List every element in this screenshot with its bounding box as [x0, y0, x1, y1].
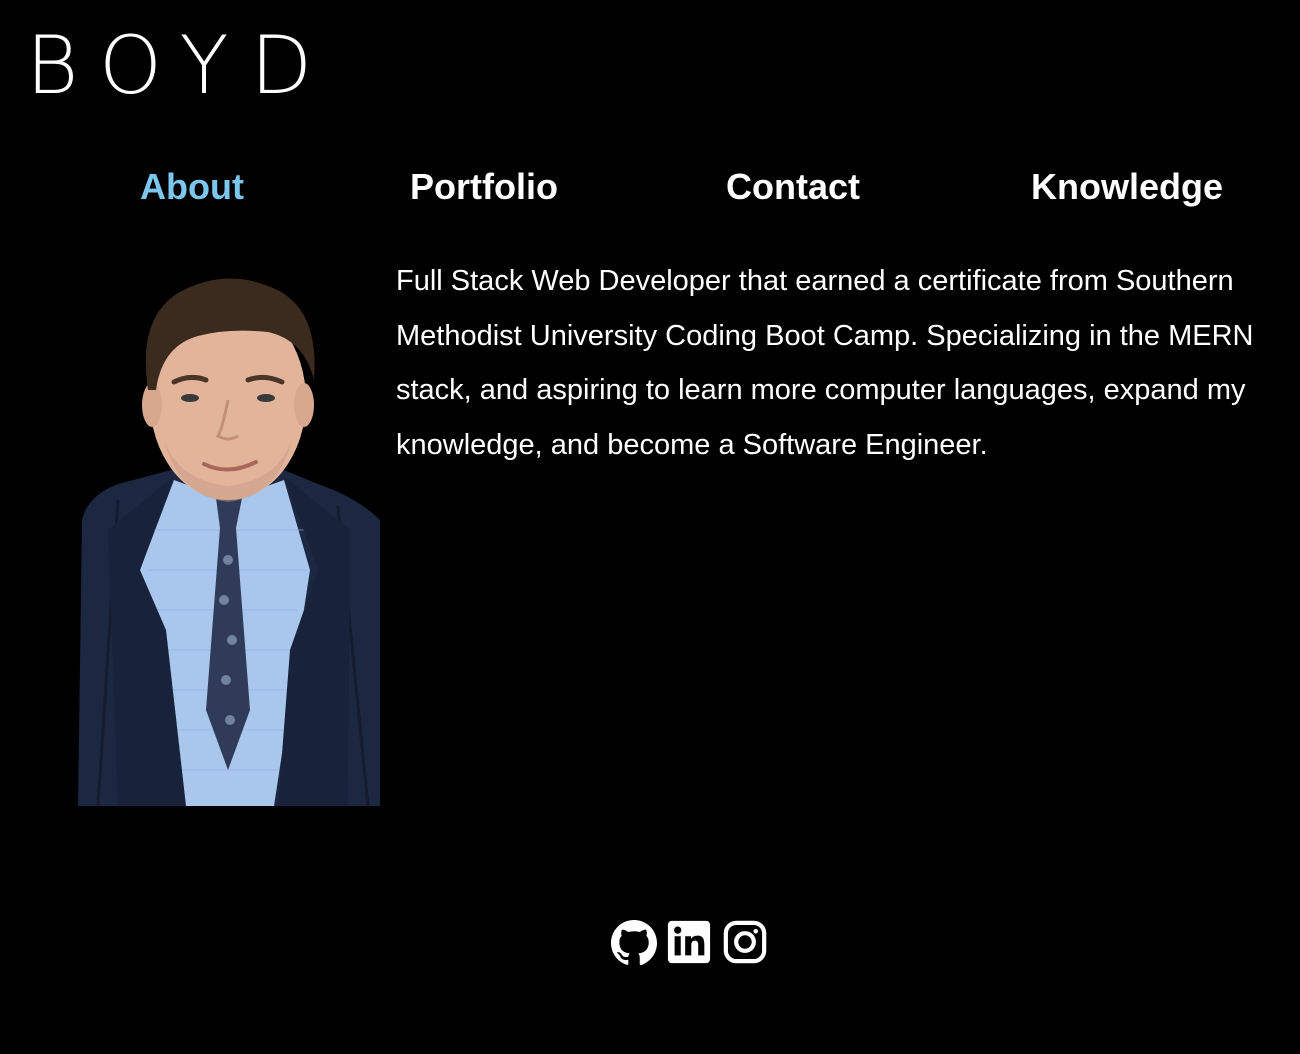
- github-icon[interactable]: [610, 919, 657, 966]
- profile-photo: [78, 270, 380, 806]
- nav-contact[interactable]: Contact: [726, 162, 860, 212]
- linkedin-icon[interactable]: [666, 919, 712, 965]
- social-links: [610, 918, 768, 966]
- site-logo[interactable]: BOYD: [26, 26, 334, 106]
- about-bio: Full Stack Web Developer that earned a c…: [396, 265, 1254, 461]
- main-nav: About Portfolio Contact Knowledge: [0, 162, 1300, 212]
- nav-about[interactable]: About: [140, 162, 244, 212]
- instagram-icon[interactable]: [722, 919, 768, 965]
- nav-portfolio[interactable]: Portfolio: [410, 162, 558, 212]
- nav-knowledge[interactable]: Knowledge: [1031, 162, 1223, 212]
- page: BOYD About Portfolio Contact Knowledge F…: [0, 0, 1300, 1054]
